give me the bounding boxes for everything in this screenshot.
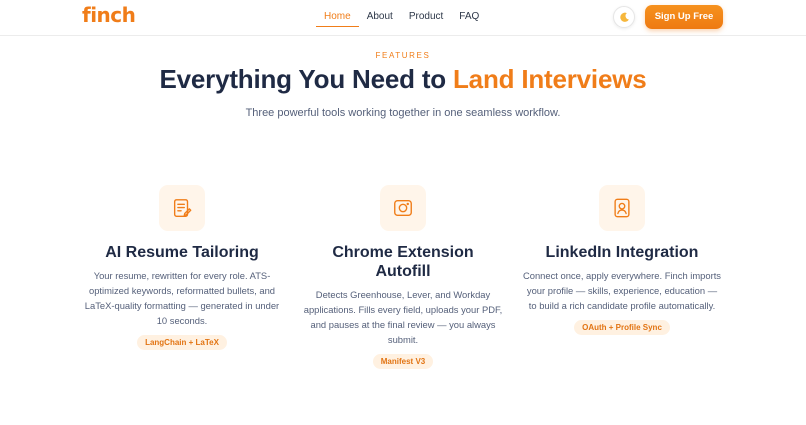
headline-accent: Land Interviews xyxy=(453,64,647,94)
feature-title: LinkedIn Integration xyxy=(545,244,699,261)
feature-icon-box xyxy=(159,185,205,231)
nav-link-faq[interactable]: FAQ xyxy=(451,11,487,27)
sign-up-button[interactable]: Sign Up Free xyxy=(645,5,723,29)
camera-icon xyxy=(394,199,412,217)
headline-main: Everything You Need to xyxy=(159,64,453,94)
profile-card-icon xyxy=(614,198,630,218)
moon-icon xyxy=(619,12,629,22)
nav-link-about[interactable]: About xyxy=(359,11,401,27)
top-navbar: finch Home About Product FAQ Sign Up Fre… xyxy=(0,0,806,36)
feature-badge: OAuth + Profile Sync xyxy=(574,320,670,335)
theme-toggle-button[interactable] xyxy=(613,6,635,28)
feature-card-linkedin: LinkedIn Integration Connect once, apply… xyxy=(522,185,722,335)
feature-icon-box xyxy=(599,185,645,231)
document-edit-icon xyxy=(173,199,192,217)
nav-link-home[interactable]: Home xyxy=(316,11,359,27)
feature-icon-box xyxy=(380,185,426,231)
nav-link-product[interactable]: Product xyxy=(401,11,451,27)
feature-description: Your resume, rewritten for every role. A… xyxy=(84,270,280,326)
feature-card-resume: AI Resume Tailoring Your resume, rewritt… xyxy=(82,185,282,350)
feature-title: Chrome Extension Autofill xyxy=(332,244,474,280)
section-eyebrow: FEATURES xyxy=(375,51,431,60)
feature-description: Connect once, apply everywhere. Finch im… xyxy=(522,270,721,311)
section-subheadline: Three powerful tools working together in… xyxy=(245,107,561,119)
feature-title: AI Resume Tailoring xyxy=(105,244,259,261)
section-headline: Everything You Need to Land Interviews xyxy=(0,64,806,95)
feature-badge: LangChain + LaTeX xyxy=(137,335,227,350)
feature-description: Detects Greenhouse, Lever, and Workday a… xyxy=(303,289,503,345)
feature-card-extension: Chrome Extension Autofill Detects Greenh… xyxy=(303,185,503,369)
feature-badge: Manifest V3 xyxy=(372,354,434,369)
nav-links: Home About Product FAQ xyxy=(316,11,487,27)
finch-logo[interactable]: finch xyxy=(82,3,136,27)
